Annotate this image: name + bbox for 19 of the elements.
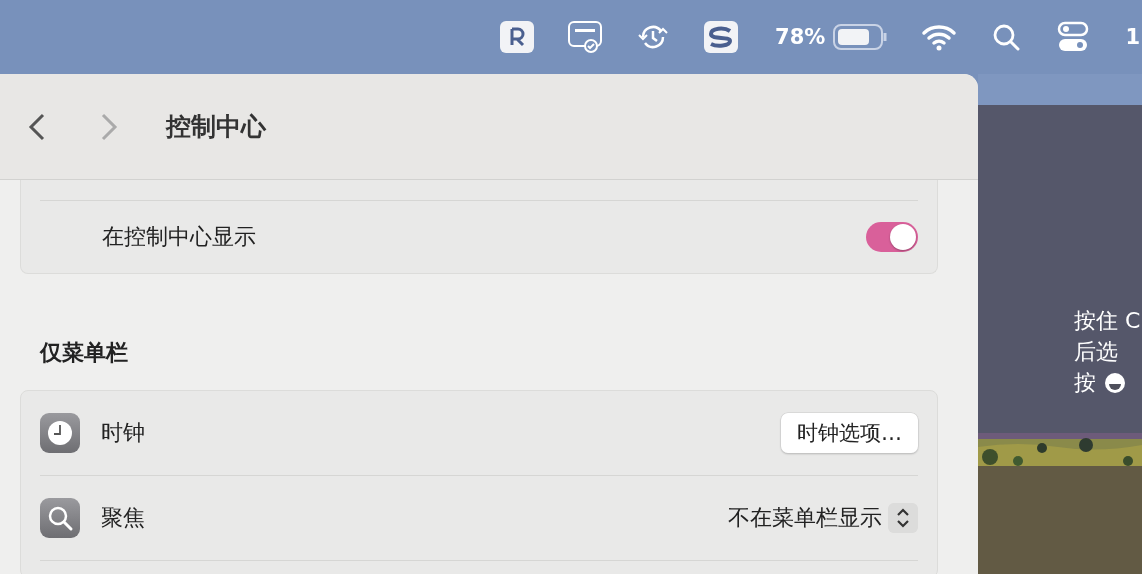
toggle-switch[interactable] <box>866 222 918 252</box>
smiley-icon <box>1104 371 1126 394</box>
badge-check-icon[interactable] <box>567 20 604 54</box>
clock-icon <box>40 413 80 453</box>
app-icon[interactable] <box>703 20 740 54</box>
desktop-text: 按住 C <box>1074 307 1141 335</box>
desktop-text: 按 <box>1074 369 1096 397</box>
search-icon <box>40 498 80 538</box>
options-button[interactable]: 时钟选项… <box>781 413 918 453</box>
popup-menu[interactable]: 不在菜单栏显示 <box>728 503 918 533</box>
app-icon[interactable] <box>499 20 536 54</box>
setting-label: 时钟 <box>101 419 146 447</box>
window-title: 控制中心 <box>166 111 266 143</box>
setting-label: 聚焦 <box>101 504 146 532</box>
battery-percent: 78% <box>775 25 826 49</box>
setting-label: 在控制中心显示 <box>102 223 257 251</box>
battery-icon[interactable] <box>833 24 890 50</box>
desktop-text: 后选 <box>1074 338 1118 366</box>
section-title: 仅菜单栏 <box>40 339 129 367</box>
